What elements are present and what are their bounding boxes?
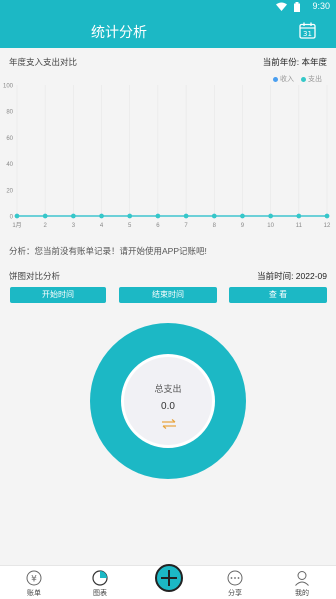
data-point: [71, 213, 76, 219]
x-tick-label: 2: [44, 223, 48, 229]
total-expense-label: 总支出: [154, 384, 182, 394]
y-tick-label: 60: [6, 136, 13, 142]
nav-bill-label: 账单: [27, 590, 41, 597]
nav-share[interactable]: 分享: [205, 566, 265, 599]
nav-mine[interactable]: 我的: [272, 566, 332, 599]
x-tick-label: 4: [100, 223, 104, 229]
data-point: [99, 213, 104, 219]
x-tick-label: 3: [72, 223, 76, 229]
x-tick-label: 5: [128, 223, 132, 229]
y-tick-label: 80: [6, 110, 13, 116]
data-point: [42, 213, 48, 219]
status-bar: 9:30: [0, 0, 336, 14]
data-point: [127, 213, 133, 219]
time-button-row: 开始时间 结束时间 查 看: [0, 287, 336, 303]
expense-donut-chart[interactable]: 总支出 0.0: [90, 323, 246, 479]
data-point: [155, 213, 161, 219]
battery-icon: [294, 2, 300, 12]
current-time-label: 当前时间: 2022-09: [257, 271, 327, 281]
analysis-text: 分析：您当前没有账单记录！请开始使用APP记账吧!: [9, 246, 207, 256]
annual-line-chart: 100 80 60 40 20 01月 2 3 4 5 6 7 8 9 10 11 12: [3, 84, 331, 230]
current-year-label: 当前年份: 本年度: [262, 57, 327, 67]
y-tick-label: 100: [3, 84, 14, 90]
status-time: 9:30: [312, 1, 330, 11]
x-tick-label: 10: [267, 223, 274, 229]
y-tick-label: 0: [10, 215, 14, 221]
swap-icon[interactable]: [161, 419, 177, 429]
add-record-button[interactable]: [155, 564, 183, 592]
user-icon: [295, 571, 309, 586]
svg-text:¥: ¥: [31, 575, 37, 585]
x-tick-label: 1月: [12, 222, 21, 229]
calendar-icon[interactable]: 31: [299, 22, 316, 39]
app-header: 统计分析 31: [0, 14, 336, 48]
donut-center: 总支出 0.0: [121, 354, 215, 448]
bill-icon: ¥: [26, 570, 42, 586]
y-tick-label: 20: [6, 188, 13, 194]
nav-chart[interactable]: 图表: [70, 566, 130, 599]
x-tick-label: 11: [296, 223, 303, 229]
data-point: [324, 213, 330, 219]
wifi-icon: [276, 2, 287, 11]
nav-mine-label: 我的: [295, 590, 309, 597]
bottom-nav: ¥ 账单 图表 分享 我的: [0, 564, 336, 599]
x-tick-label: 7: [184, 223, 188, 229]
annual-section-head: 年度支入支出对比 当前年份: 本年度: [0, 54, 336, 70]
pie-section-head: 饼图对比分析 当前时间: 2022-09: [0, 268, 336, 284]
nav-bill[interactable]: ¥ 账单: [4, 566, 64, 599]
share-icon: [227, 570, 243, 586]
data-point: [211, 213, 217, 219]
data-point: [240, 213, 245, 219]
nav-share-label: 分享: [228, 590, 242, 597]
calendar-day: 31: [303, 30, 312, 38]
x-tick-label: 6: [156, 223, 160, 229]
data-point: [268, 213, 273, 219]
data-point: [183, 213, 189, 219]
x-tick-label: 9: [241, 223, 245, 229]
plus-icon: [161, 570, 177, 586]
pie-chart-icon: [92, 570, 108, 586]
page-title: 统计分析: [91, 24, 147, 40]
annual-title: 年度支入支出对比: [9, 57, 78, 67]
y-tick-label: 40: [6, 162, 13, 168]
view-button[interactable]: 查 看: [229, 287, 327, 303]
pie-title: 饼图对比分析: [9, 271, 61, 281]
x-tick-label: 8: [213, 223, 217, 229]
end-time-button[interactable]: 结束时间: [119, 287, 217, 303]
nav-chart-label: 图表: [93, 590, 107, 597]
start-time-button[interactable]: 开始时间: [10, 287, 106, 303]
x-tick-label: 12: [324, 223, 331, 229]
data-point: [296, 213, 302, 219]
total-expense-value: 0.0: [161, 401, 175, 412]
data-point: [14, 213, 20, 219]
